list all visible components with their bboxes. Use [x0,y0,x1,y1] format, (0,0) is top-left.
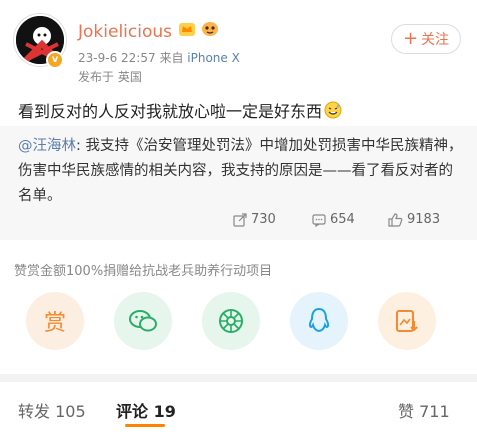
active-tab-indicator [125,424,165,427]
qq-icon [308,307,330,333]
share-row: 赏 [0,290,477,360]
wechat-share-button[interactable] [114,292,172,350]
repost-icon [233,212,247,227]
thumbs-up-icon [388,212,403,227]
comment-count-value: 654 [330,212,355,227]
post-timestamp: 23-9-6 22:57 [78,51,156,65]
save-image-button[interactable] [378,292,436,350]
crown-badge-icon[interactable] [178,20,196,38]
reward-button[interactable]: 赏 [26,292,84,350]
post-meta: 23-9-6 22:57 来自 iPhone X [78,49,240,66]
reward-icon: 赏 [43,311,66,336]
save-image-icon [396,310,418,332]
post-text: 看到反对的人反对我就放心啦一定是好东西 [18,98,342,122]
sponsor-section: 赞赏金额100%捐赠给抗战老兵助养行动项目 赏 [0,240,477,372]
username[interactable]: Jokielicious [78,22,172,42]
follow-label: 关注 [421,32,450,48]
like-count[interactable]: 9183 [388,212,440,227]
post-location: 发布于 英国 [78,70,142,84]
plus-icon: + [402,28,419,49]
section-divider [0,374,477,382]
sponsor-text: 赞赏金额100%捐赠给抗战老兵助养行动项目 [14,264,273,279]
moments-share-button[interactable] [202,292,260,350]
moments-icon [219,309,243,333]
source-prefix: 来自 [159,51,184,65]
repost-count[interactable]: 730 [233,212,276,227]
tab-bar: 转发 105 评论 19 赞 711 [0,384,477,438]
verified-badge-icon: v [46,51,64,69]
fan-badge-icon[interactable] [200,20,220,38]
post-header: v Jokielicious 23-9-6 22:57 来自 iPhone X … [0,0,477,100]
repost-body: : 我支持《治安管理处罚法》中增加处罚损害中华民族精神，伤害中华民族感情的相关内… [18,138,463,204]
qq-share-button[interactable] [290,292,348,350]
tab-like[interactable]: 赞 711 [398,398,450,422]
sweat-smile-emoji-icon [324,101,342,119]
comment-count[interactable]: 654 [312,212,355,227]
wechat-icon [129,310,157,332]
post-body: 看到反对的人反对我就放心啦一定是好东西 [18,102,323,121]
repost-count-value: 730 [251,212,276,227]
repost-mention[interactable]: @汪海林 [18,138,76,154]
like-count-value: 9183 [407,212,441,227]
follow-button[interactable]: + 关注 [391,24,461,54]
user-badges [178,20,220,38]
post-device[interactable]: iPhone X [187,51,240,65]
comment-icon [312,213,326,227]
repost-text: @汪海林: 我支持《治安管理处罚法》中增加处罚损害中华民族精神，伤害中华民族感情… [18,134,464,209]
tab-repost[interactable]: 转发 105 [18,398,86,422]
tab-comment[interactable]: 评论 19 [116,398,176,422]
